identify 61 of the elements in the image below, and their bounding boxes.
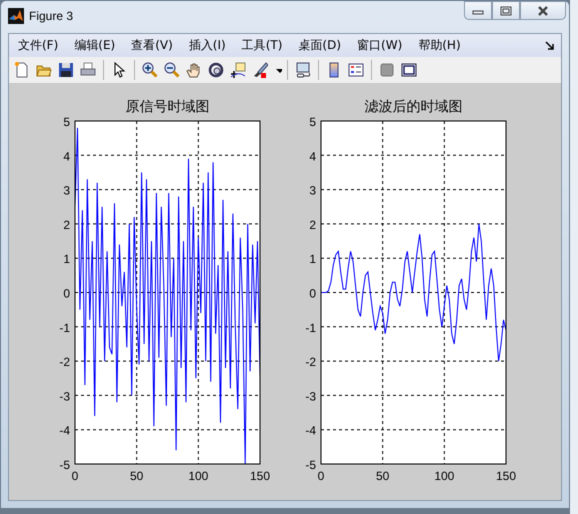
y-tick-label: -3 [59,389,70,404]
data-cursor-icon[interactable] [230,62,246,78]
menu-item[interactable]: 编辑(E) [66,37,124,54]
x-tick-label: 50 [130,469,144,483]
y-tick-label: 2 [309,218,316,232]
link-plot-icon[interactable] [295,62,311,78]
menu-item[interactable]: 插入(I) [180,37,234,54]
maximize-button[interactable] [492,1,520,20]
y-tick-label: 2 [63,218,70,232]
x-tick-label: 0 [72,469,78,483]
x-tick-label: 150 [496,469,516,483]
hand-icon[interactable] [186,62,202,78]
zoom-out-icon[interactable] [164,62,180,78]
printer-icon[interactable] [80,62,96,78]
y-tick-label: -4 [59,424,70,438]
chart-title: 滤波后的时域图 [364,99,462,115]
x-tick-label: 150 [250,469,270,483]
menu-item[interactable]: 工具(T) [234,37,290,54]
menu-item[interactable]: 文件(F) [15,37,66,54]
y-tick-label: -1 [305,320,316,335]
minimize-button[interactable] [464,1,492,20]
brush-icon[interactable] [252,62,268,78]
x-tick-label: 100 [188,469,208,483]
y-tick-label: -5 [59,458,70,472]
y-tick-label: 3 [309,184,316,198]
close-button[interactable] [520,1,566,20]
window-title: Figure 3 [29,9,74,23]
square-icon[interactable] [379,62,395,78]
y-tick-label: -3 [305,389,316,404]
y-tick-label: -5 [305,458,316,472]
y-tick-label: -2 [305,355,316,370]
y-tick-label: 3 [63,184,70,198]
logo-icon [8,8,24,24]
x-tick-label: 0 [318,469,324,483]
dock-arrow-icon[interactable] [545,40,555,50]
y-tick-label: -4 [305,424,316,438]
menu-item[interactable]: 桌面(D) [290,37,350,54]
y-tick-label: 5 [309,115,316,129]
zoom-in-icon[interactable] [142,62,158,78]
close-icon [536,6,550,16]
rotate-icon[interactable] [208,62,224,78]
y-tick-label: 1 [309,252,316,266]
y-tick-label: 1 [63,252,70,266]
y-tick-label: -1 [59,320,70,335]
menu-item[interactable]: 窗口(W) [349,37,410,54]
menu-item[interactable]: 查看(V) [123,37,181,54]
new-file-icon[interactable] [14,62,30,78]
y-tick-label: 4 [309,149,316,164]
y-tick-label: 0 [63,286,70,300]
frame-icon[interactable] [401,62,417,78]
save-icon[interactable] [58,62,74,78]
x-tick-label: 50 [376,469,390,483]
y-tick-label: 4 [63,149,70,164]
y-tick-label: 5 [63,115,70,129]
maximize-icon [500,6,512,16]
chart-title: 原信号时域图 [126,99,210,115]
x-tick-label: 100 [434,469,454,483]
legend-icon[interactable] [348,62,364,78]
y-tick-label: 0 [309,286,316,300]
y-tick-label: -2 [59,355,70,370]
menu-item[interactable]: 帮助(H) [410,37,469,54]
